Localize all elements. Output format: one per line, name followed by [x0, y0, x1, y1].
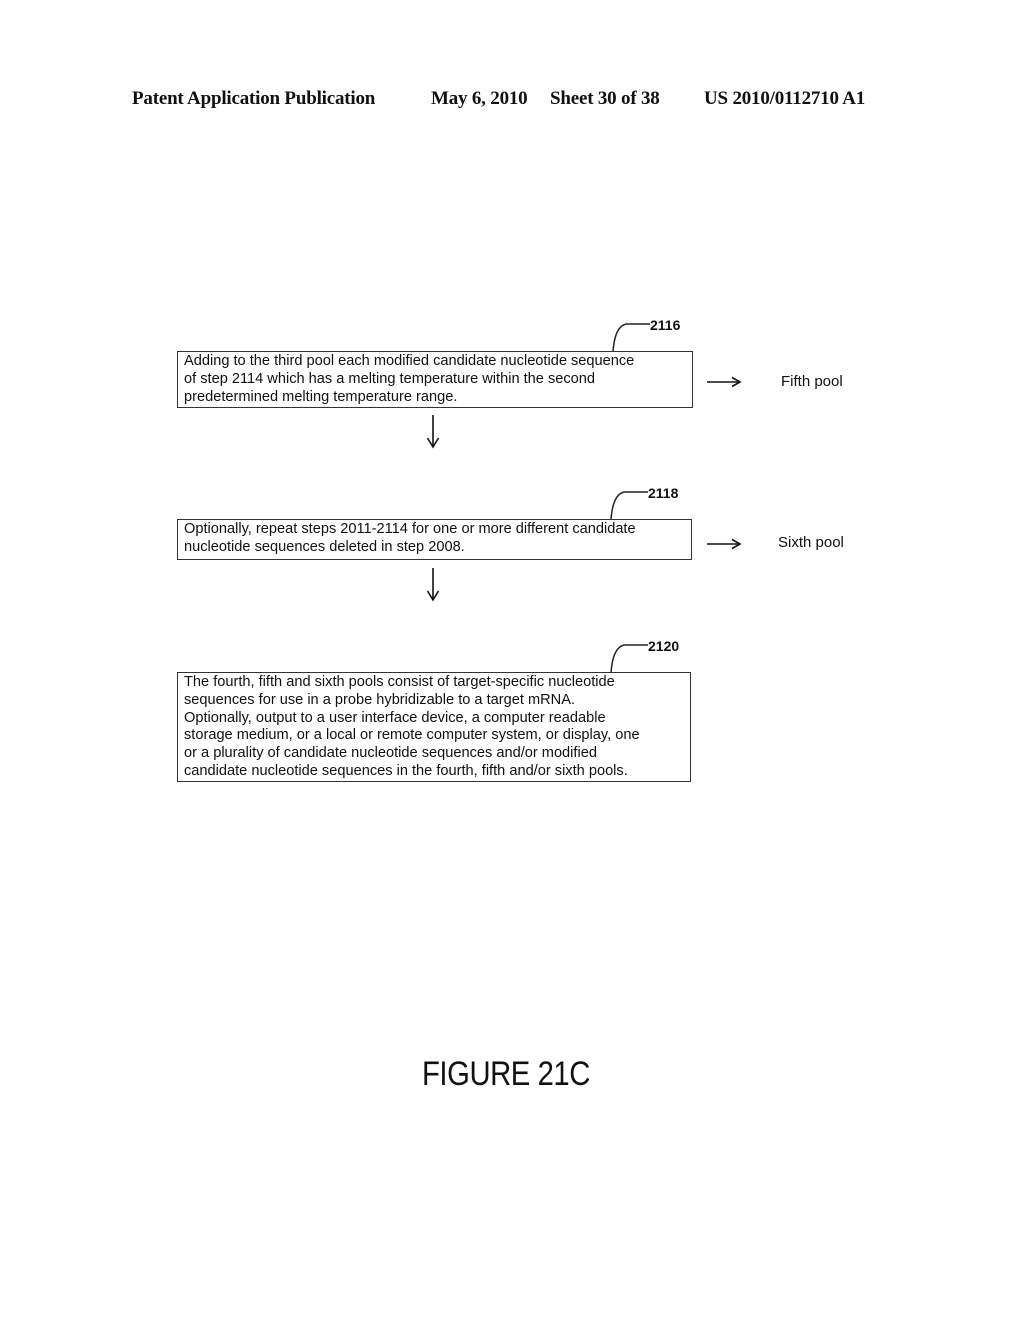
right-arrow-icon — [707, 376, 742, 388]
step-text-line: sequences for use in a probe hybridizabl… — [184, 691, 576, 708]
publication-number: US 2010/0112710 A1 — [704, 88, 866, 109]
step-text-line: candidate nucleotide sequences in the fo… — [184, 762, 628, 779]
figure-label: FIGURE 21C — [422, 1055, 590, 1093]
reference-numeral: 2116 — [650, 317, 681, 333]
leader-line-2118 — [610, 491, 648, 521]
step-text-line: Optionally, repeat steps 2011-2114 for o… — [184, 521, 636, 537]
step-text-line: The fourth, fifth and sixth pools consis… — [184, 674, 615, 690]
reference-numeral: 2120 — [648, 638, 680, 654]
reference-numeral: 2118 — [648, 485, 679, 501]
output-pool-label: Fifth pool — [781, 373, 843, 390]
step-text-line: nucleotide sequences deleted in step 200… — [184, 538, 465, 555]
step-text-line: of step 2114 which has a melting tempera… — [184, 370, 596, 387]
page-header: Patent Application Publication May 6, 20… — [0, 88, 1024, 116]
down-arrow-icon — [426, 568, 440, 602]
down-arrow-icon — [426, 415, 440, 449]
output-pool-label: Sixth pool — [778, 534, 844, 551]
sheet-number: Sheet 30 of 38 — [550, 88, 660, 109]
step-text-line: Optionally, output to a user interface d… — [184, 709, 606, 726]
leader-line-2116 — [612, 323, 650, 353]
step-text-line: predetermined melting temperature range. — [184, 388, 458, 405]
publication-type: Patent Application Publication — [132, 88, 376, 109]
leader-line-2120 — [610, 644, 648, 674]
flowchart-step-box: Adding to the third pool each modified c… — [177, 351, 693, 408]
flowchart-step-box: The fourth, fifth and sixth pools consis… — [177, 672, 691, 782]
publication-date: May 6, 2010 — [431, 88, 528, 109]
step-text-line: or a plurality of candidate nucleotide s… — [184, 745, 597, 762]
step-text-line: Adding to the third pool each modified c… — [184, 353, 635, 369]
right-arrow-icon — [707, 538, 742, 550]
flowchart-step-box: Optionally, repeat steps 2011-2114 for o… — [177, 519, 692, 560]
step-text-line: storage medium, or a local or remote com… — [184, 727, 640, 744]
